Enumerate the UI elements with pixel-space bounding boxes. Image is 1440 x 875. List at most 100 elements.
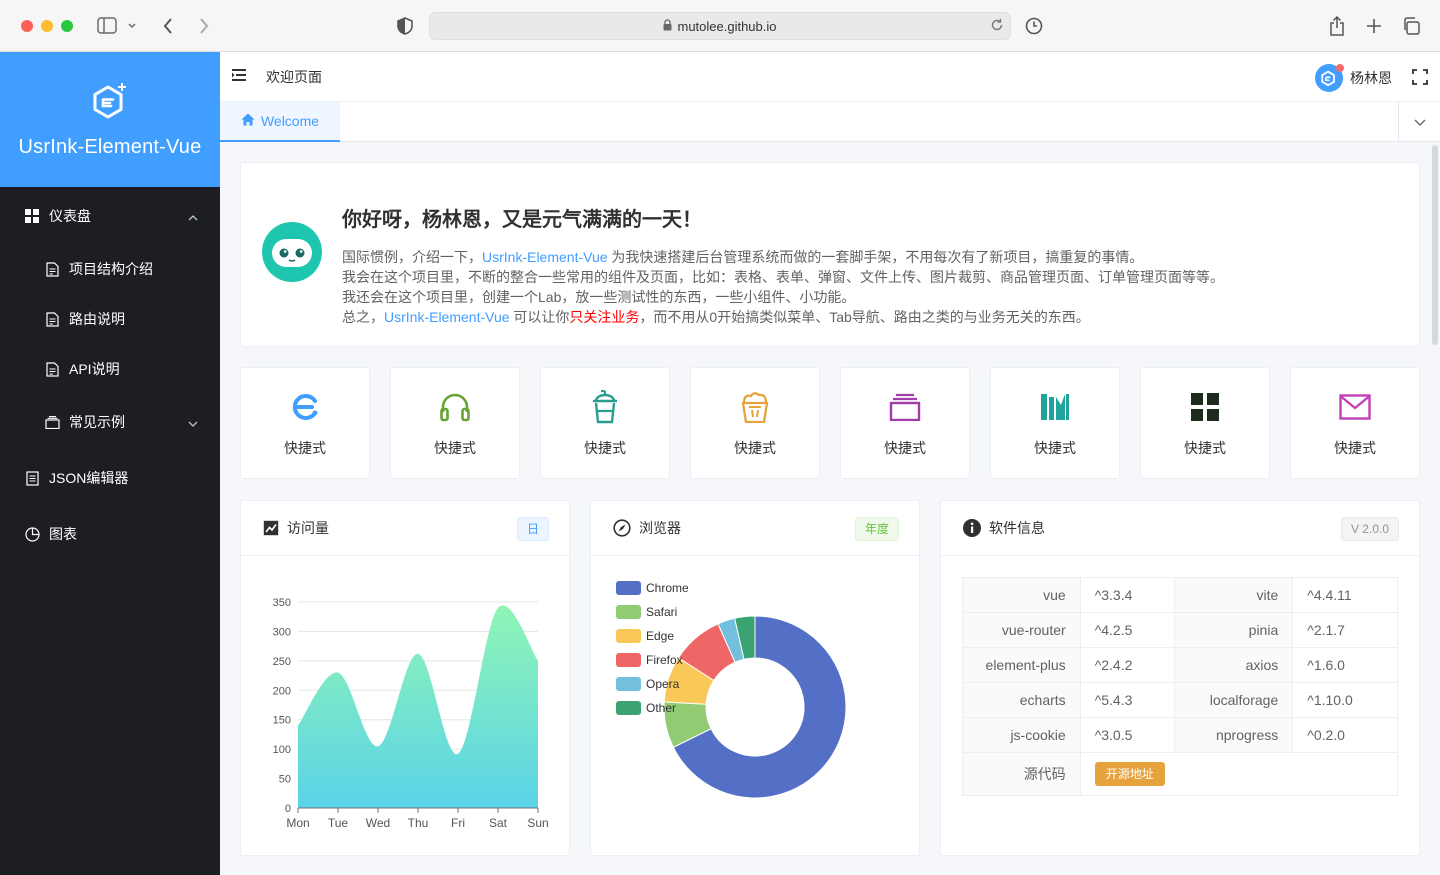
shortcut-card[interactable]: 快捷式 bbox=[1290, 367, 1420, 479]
legend-swatch bbox=[616, 605, 641, 619]
welcome-line: 我会在这个项目里，不断的整合一些常用的组件及页面，比如：表格、表单、弹窗、文件上… bbox=[342, 269, 1224, 285]
home-icon bbox=[241, 113, 255, 129]
tab-overview-icon[interactable] bbox=[1401, 14, 1421, 38]
sidebar-item-project-structure[interactable]: 项目结构介绍 bbox=[0, 244, 220, 294]
visits-panel: 访问量 日 0 50 100 150 200 250 300 350 Mon Tue Wed Thu F… bbox=[240, 500, 570, 856]
trend-chart-icon bbox=[263, 520, 279, 536]
document-icon bbox=[44, 311, 60, 327]
x-tick-label: Mon bbox=[286, 816, 309, 830]
cup-icon bbox=[588, 390, 622, 424]
legend-item[interactable]: Other bbox=[616, 696, 689, 720]
sidebar-item-label: JSON编辑器 bbox=[49, 470, 129, 486]
new-tab-icon[interactable] bbox=[1364, 14, 1384, 38]
zoom-window-button[interactable] bbox=[61, 20, 73, 32]
browser-panel: 浏览器 年度 Chrome Safari Edge Firefox Opera Other bbox=[590, 500, 920, 856]
element-e-icon bbox=[288, 390, 322, 424]
lock-icon bbox=[663, 18, 672, 34]
dep-version: ^3.3.4 bbox=[1079, 577, 1176, 613]
dep-name: vue-router bbox=[962, 612, 1081, 648]
user-menu[interactable]: 杨林恩 bbox=[1315, 64, 1392, 92]
y-tick-label: 250 bbox=[273, 656, 291, 668]
history-clock-icon[interactable] bbox=[1024, 14, 1044, 38]
pie-icon bbox=[24, 526, 40, 542]
chevron-up-icon bbox=[188, 208, 198, 224]
dependency-table: vue ^3.3.4 vite ^4.4.11 vue-router ^4.2.… bbox=[962, 577, 1399, 796]
panel-title: 浏览器 bbox=[639, 520, 681, 536]
sidebar-item-label: 项目结构介绍 bbox=[69, 261, 153, 277]
headset-icon bbox=[438, 390, 472, 424]
y-tick-label: 0 bbox=[285, 803, 291, 815]
shortcut-card[interactable]: 快捷式 bbox=[540, 367, 670, 479]
main-content: 欢迎页面 杨林恩 Welcome 你好呀，杨林恩，又是元气满满的一天！ 国际惯例… bbox=[220, 52, 1440, 875]
legend-item[interactable]: Edge bbox=[616, 624, 689, 648]
avatar bbox=[1315, 64, 1344, 92]
legend-swatch bbox=[616, 629, 641, 643]
legend-item[interactable]: Safari bbox=[616, 600, 689, 624]
sidebar-item-dashboard[interactable]: 仪表盘 bbox=[0, 188, 220, 244]
sidebar-logo[interactable]: UsrInk-Element-Vue bbox=[0, 52, 220, 187]
shortcut-card[interactable]: 快捷式 bbox=[990, 367, 1120, 479]
dep-version: ^1.6.0 bbox=[1292, 647, 1398, 683]
period-tag[interactable]: 日 bbox=[516, 517, 549, 541]
shortcut-card[interactable]: 快捷式 bbox=[840, 367, 970, 479]
legend-item[interactable]: Firefox bbox=[616, 648, 689, 672]
dep-version: ^4.2.5 bbox=[1079, 612, 1176, 648]
menu-toggle-icon[interactable] bbox=[232, 68, 246, 86]
project-link[interactable]: UsrInk-Element-Vue bbox=[482, 249, 608, 265]
scrollbar-thumb[interactable] bbox=[1432, 145, 1438, 345]
shortcut-card[interactable]: 快捷式 bbox=[1140, 367, 1270, 479]
legend-label: Firefox bbox=[646, 653, 683, 667]
legend-item[interactable]: Chrome bbox=[616, 576, 689, 600]
shortcut-card[interactable]: 快捷式 bbox=[390, 367, 520, 479]
close-window-button[interactable] bbox=[21, 20, 33, 32]
panel-header: 软件信息 V 2.0.0 bbox=[941, 501, 1419, 556]
tabs-dropdown-button[interactable] bbox=[1398, 102, 1440, 142]
fullscreen-icon[interactable] bbox=[1412, 69, 1428, 90]
sidebar-toggle-icon[interactable] bbox=[97, 14, 139, 38]
share-icon[interactable] bbox=[1327, 14, 1347, 38]
sidebar-item-label: 路由说明 bbox=[69, 311, 125, 327]
forward-arrow-icon[interactable] bbox=[196, 14, 212, 38]
back-arrow-icon[interactable] bbox=[160, 14, 176, 38]
address-bar[interactable]: mutolee.github.io bbox=[429, 12, 1011, 40]
legend-item[interactable]: Opera bbox=[616, 672, 689, 696]
x-tick-label: Sat bbox=[489, 816, 508, 830]
sidebar-item-examples[interactable]: 常见示例 bbox=[0, 394, 220, 450]
books-icon bbox=[1038, 390, 1072, 424]
legend-label: Chrome bbox=[646, 581, 689, 595]
robot-avatar-icon bbox=[262, 222, 322, 287]
sidebar-item-api[interactable]: API说明 bbox=[0, 344, 220, 394]
popcorn-icon bbox=[738, 390, 772, 424]
shield-icon[interactable] bbox=[396, 14, 414, 38]
shortcut-label: 快捷式 bbox=[1184, 440, 1226, 456]
dep-name: nprogress bbox=[1174, 717, 1294, 753]
source-code-button[interactable]: 开源地址 bbox=[1094, 762, 1165, 786]
y-tick-label: 150 bbox=[273, 715, 291, 727]
shortcut-label: 快捷式 bbox=[434, 440, 476, 456]
welcome-title: 你好呀，杨林恩，又是元气满满的一天！ bbox=[342, 209, 702, 231]
project-link[interactable]: UsrInk-Element-Vue bbox=[384, 309, 510, 325]
chevron-down-icon bbox=[1414, 113, 1426, 131]
reload-icon[interactable] bbox=[990, 18, 1004, 35]
sidebar-item-label: 图表 bbox=[49, 526, 77, 542]
logo-icon bbox=[91, 81, 129, 126]
browser-toolbar: mutolee.github.io bbox=[0, 0, 1440, 52]
welcome-line: 国际惯例，介绍一下，UsrInk-Element-Vue 为我快速搭建后台管理系… bbox=[342, 247, 1224, 267]
sidebar-item-charts[interactable]: 图表 bbox=[0, 506, 220, 562]
compass-icon bbox=[613, 519, 631, 537]
table-row: echarts ^5.4.3 localforage ^1.10.0 bbox=[962, 682, 1398, 718]
period-tag[interactable]: 年度 bbox=[854, 517, 899, 541]
welcome-card: 你好呀，杨林恩，又是元气满满的一天！ 国际惯例，介绍一下，UsrInk-Elem… bbox=[240, 162, 1420, 347]
minimize-window-button[interactable] bbox=[41, 20, 53, 32]
source-label: 源代码 bbox=[962, 752, 1081, 796]
table-row: vue-router ^4.2.5 pinia ^2.1.7 bbox=[962, 612, 1398, 648]
scrollbar[interactable] bbox=[1432, 145, 1438, 865]
table-row: element-plus ^2.4.2 axios ^1.6.0 bbox=[962, 647, 1398, 683]
document-icon bbox=[44, 261, 60, 277]
tab-welcome[interactable]: Welcome bbox=[220, 102, 340, 142]
shortcut-card[interactable]: 快捷式 bbox=[240, 367, 370, 479]
shortcut-card[interactable]: 快捷式 bbox=[690, 367, 820, 479]
dep-version: ^2.4.2 bbox=[1079, 647, 1176, 683]
sidebar-item-json-editor[interactable]: JSON编辑器 bbox=[0, 450, 220, 506]
sidebar-item-routes[interactable]: 路由说明 bbox=[0, 294, 220, 344]
